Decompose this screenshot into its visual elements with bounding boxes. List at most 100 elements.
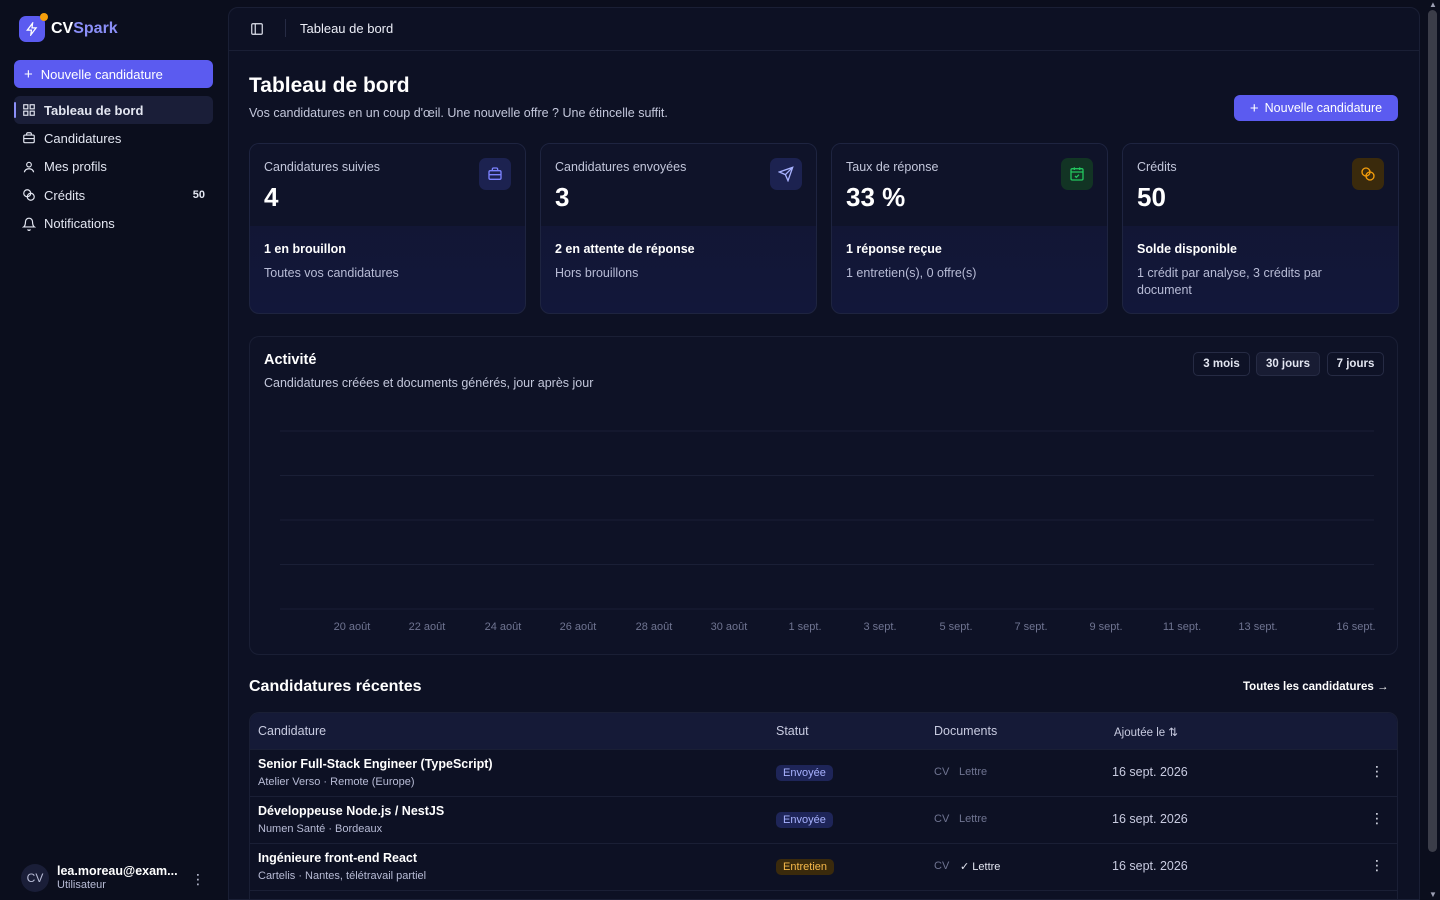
calendar-check-icon [1061,158,1093,190]
user-email: lea.moreau@exam... [57,864,178,879]
scroll-down-arrow-icon[interactable]: ▼ [1429,890,1437,899]
more-vertical-icon[interactable]: ⋮ [1370,857,1384,875]
row-date: 16 sept. 2026 [1112,765,1188,779]
doc-cv-label: CV [934,766,950,778]
column-header-documents: Documents [934,724,998,738]
doc-cv-label: CV [934,813,950,825]
more-vertical-icon[interactable]: ⋮ [1370,763,1384,781]
sidebar-item-label: Notifications [44,216,115,232]
topbar: Tableau de bord [229,8,1419,51]
user-info: lea.moreau@exam... Utilisateur [57,864,178,891]
card-headline: Solde disponible [1137,242,1238,256]
doc-cv-label: CV [934,860,950,872]
table-row[interactable]: Senior Full-Stack Engineer (TypeScript) … [250,749,1397,796]
column-header-status: Statut [776,724,809,738]
stat-card-credits: Crédits 50 Solde disponible 1 crédit par… [1122,143,1399,314]
spark-logo-icon [19,13,48,42]
card-label: Candidatures suivies [264,160,381,174]
briefcase-icon [479,158,511,190]
bell-icon [22,217,36,231]
doc-letter-label: Lettre [959,813,988,825]
sidebar-new-application-label: Nouvelle candidature [40,66,163,82]
stat-card-sent: Candidatures envoyées 3 2 en attente de … [540,143,817,314]
card-value: 3 [555,182,570,212]
row-date: 16 sept. 2026 [1112,859,1188,873]
page-scrollbar[interactable] [1428,10,1437,852]
page-subtitle: Vos candidatures en un coup d'œil. Une n… [249,106,668,120]
doc-letter-label: ✓ Lettre [960,861,1001,873]
row-subtitle: Cartelis · Nantes, télétravail partiel [258,870,427,882]
card-headline: 1 en brouillon [264,242,346,256]
recent-applications-title: Candidatures récentes [249,678,422,695]
chart-x-tick-label: 24 août [485,621,522,633]
sidebar-new-application-button[interactable]: + Nouvelle candidature [14,60,213,88]
page-title: Tableau de bord [249,74,410,97]
chart-x-tick-label: 30 août [711,621,748,633]
sidebar-item-profiles[interactable]: Mes profils [14,153,213,181]
scroll-up-arrow-icon[interactable]: ▲ [1429,0,1437,9]
recent-applications-table: Candidature Statut Documents Ajoutée le … [249,712,1398,899]
table-header: Candidature Statut Documents Ajoutée le … [250,713,1397,749]
coins-icon [23,189,35,202]
user-icon [23,161,35,173]
credits-count-badge: 50 [192,189,205,202]
chart-x-tick-label: 11 sept. [1163,621,1201,633]
user-account[interactable]: CV lea.moreau@exam... Utilisateur ⋮ [21,862,211,894]
row-subtitle: Atelier Verso · Remote (Europe) [258,776,415,788]
card-label: Taux de réponse [846,160,939,174]
status-badge: Envoyée [776,812,833,828]
sidebar-item-label: Crédits [44,187,86,203]
sidebar-item-credits[interactable]: Crédits 50 [14,181,213,209]
column-header-application: Candidature [258,724,327,738]
card-headline: 2 en attente de réponse [555,242,695,256]
sidebar-item-notifications[interactable]: Notifications [14,210,213,238]
send-icon [770,158,802,190]
sidebar-item-label: Candidatures [44,130,122,146]
brand[interactable]: CVSpark [19,13,118,42]
sidebar: CVSpark + Nouvelle candidature Tableau d… [0,0,226,900]
more-vertical-icon[interactable]: ⋮ [1370,810,1384,828]
activity-chart-card: 20 août 22 août 24 août 26 août 28 août 30 ao… [249,336,1398,655]
column-header-added-sortable[interactable]: Ajoutée le ⇅ [1114,725,1178,739]
sidebar-toggle-icon[interactable] [250,22,264,36]
chart-x-tick-label: 13 sept. [1238,621,1277,633]
chart-x-tick-label: 7 sept. [1014,621,1047,633]
header-new-application-button[interactable]: + Nouvelle candidature [1234,95,1398,121]
card-note: Toutes vos candidatures [264,266,399,280]
activity-subtitle: Candidatures créées et documents générés… [264,376,594,390]
topbar-divider [285,19,286,37]
chart-x-tick-label: 26 août [560,621,597,633]
sidebar-item-dashboard[interactable]: Tableau de bord [14,96,213,124]
row-title: Ingénieure front-end React [258,851,418,865]
range-30-days-button[interactable]: 30 jours [1256,352,1320,376]
card-value: 4 [264,182,279,212]
status-badge: Entretien [776,859,835,875]
table-row-partial[interactable] [250,890,1397,899]
all-applications-link[interactable]: Toutes les candidatures → [1243,681,1389,693]
chart-x-tick-label: 1 sept. [788,621,821,633]
chart-x-tick-label: 3 sept. [863,621,896,633]
brand-name: CVSpark [51,20,118,37]
range-7-days-button[interactable]: 7 jours [1327,352,1384,376]
coins-icon [1352,158,1384,190]
row-title: Développeuse Node.js / NestJS [258,804,445,818]
table-row[interactable]: Ingénieure front-end React Cartelis · Na… [250,843,1397,890]
sidebar-item-label: Mes profils [44,159,107,175]
chart-x-tick-label: 22 août [409,621,446,633]
range-3-months-button[interactable]: 3 mois [1193,352,1250,376]
more-vertical-icon[interactable]: ⋮ [191,871,205,888]
briefcase-icon [23,132,35,144]
sidebar-item-label: Tableau de bord [44,102,144,118]
card-label: Candidatures envoyées [555,160,687,174]
activity-title: Activité [264,352,317,368]
card-note: 1 crédit par analyse, 3 crédits par docu… [1137,266,1322,297]
status-badge: Envoyée [776,765,833,781]
breadcrumb: Tableau de bord [300,21,394,36]
avatar: CV [21,864,49,892]
sidebar-item-applications[interactable]: Candidatures [14,124,213,152]
row-title: Senior Full-Stack Engineer (TypeScript) [258,757,493,771]
table-row[interactable]: Développeuse Node.js / NestJS Numen Sant… [250,796,1397,843]
main-panel: Tableau de bord Tableau de bord Vos cand… [228,7,1420,900]
card-value: 33 % [846,182,906,212]
stat-card-response-rate: Taux de réponse 33 % 1 réponse reçue 1 e… [831,143,1108,314]
